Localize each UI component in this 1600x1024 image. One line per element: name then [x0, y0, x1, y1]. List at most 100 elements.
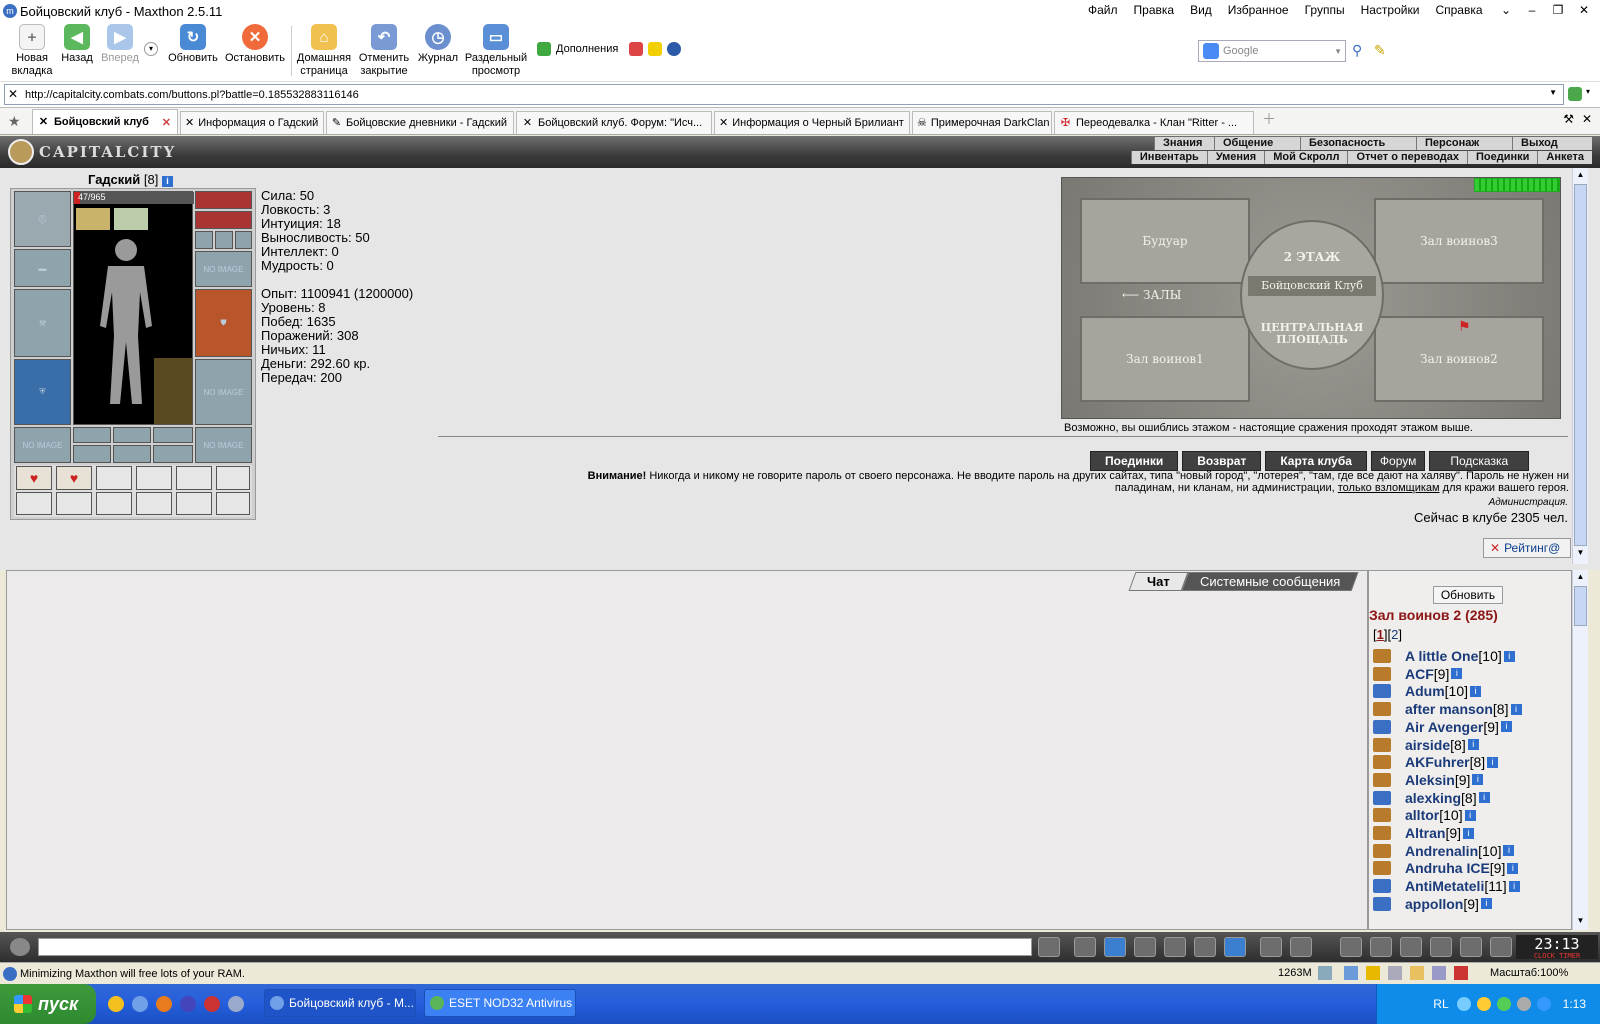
return-button[interactable]: Возврат — [1182, 451, 1262, 471]
close-tab-icon[interactable]: ✕ — [1582, 112, 1592, 126]
shield-slot[interactable]: ⛊ — [195, 289, 252, 357]
history-button[interactable]: ◷ Журнал — [416, 24, 460, 65]
user-action-icon[interactable] — [1373, 684, 1391, 699]
tray-icon-5[interactable] — [1536, 997, 1551, 1011]
user-action-icon[interactable] — [1373, 861, 1391, 876]
folder-icon[interactable] — [1410, 966, 1424, 980]
user-info-icon[interactable]: i — [1508, 880, 1520, 892]
nav-my-scroll[interactable]: Мой Скролл — [1264, 151, 1347, 164]
tab-darkclan[interactable]: ☠ Примерочная DarkClan — [912, 111, 1052, 134]
user-name[interactable]: Andruha ICE — [1405, 860, 1490, 876]
exit-icon[interactable] — [1490, 937, 1512, 957]
ring-slot-1[interactable] — [195, 231, 213, 249]
boots-slot[interactable]: NO IMAGE — [195, 427, 252, 463]
scroll-down-icon[interactable]: ▼ — [1574, 548, 1587, 562]
menu-view[interactable]: Вид — [1190, 3, 1212, 17]
url-input[interactable]: ✕ http://capitalcity.combats.com/buttons… — [4, 84, 1564, 105]
send-icon[interactable] — [1038, 937, 1060, 957]
chat-input[interactable] — [38, 938, 1032, 956]
quicklaunch-icon-6[interactable] — [228, 996, 244, 1012]
user-name[interactable]: AntiMetateli — [1405, 878, 1484, 894]
helmet-slot[interactable]: ⛑ — [14, 191, 71, 247]
tray-icon-1[interactable] — [1456, 997, 1471, 1011]
empty-scroll[interactable] — [176, 466, 212, 490]
user-info-icon[interactable]: i — [1470, 685, 1482, 697]
highlight-icon[interactable]: ✎ — [1374, 42, 1386, 59]
user-name[interactable]: alltor — [1405, 807, 1439, 823]
user-action-icon[interactable] — [1373, 666, 1391, 681]
nav-exit[interactable]: Выход — [1512, 137, 1592, 150]
info-plugin-icon[interactable] — [648, 42, 663, 56]
empty-scroll[interactable] — [96, 492, 132, 515]
user-action-icon[interactable] — [1373, 790, 1391, 805]
room-warriors-3[interactable]: Зал воинов3 — [1374, 198, 1544, 284]
download-icon[interactable] — [1344, 966, 1358, 980]
scroll-up-icon[interactable]: ▲ — [1574, 572, 1587, 584]
tab-fight-club[interactable]: ✕ Бойцовский клуб ✕ — [32, 109, 178, 134]
user-row[interactable]: Adum [10] i — [1373, 682, 1482, 700]
new-tab-button[interactable]: + Новая вкладка — [6, 24, 58, 78]
task-maxthon[interactable]: Бойцовский клуб - M... — [264, 989, 416, 1017]
rune-slot-6[interactable] — [153, 445, 193, 463]
rune-slot-5[interactable] — [113, 445, 151, 463]
room-warriors-1[interactable]: Зал воинов1 — [1080, 316, 1250, 402]
user-row[interactable]: alexking [8] i — [1373, 789, 1490, 807]
filter-icon[interactable] — [1104, 937, 1126, 957]
armor-slot[interactable]: ⛨ — [14, 359, 71, 425]
nav-inventory[interactable]: Инвентарь — [1130, 151, 1207, 164]
bracers-slot[interactable]: ▬ — [14, 249, 71, 287]
mail-icon[interactable] — [1460, 937, 1482, 957]
quicklaunch-icon-4[interactable] — [180, 996, 196, 1012]
popup-blocker-icon[interactable] — [1454, 966, 1468, 980]
club-map-button[interactable]: Карта клуба — [1265, 451, 1367, 471]
user-info-icon[interactable]: i — [1478, 792, 1490, 804]
rune-slot-1[interactable] — [73, 427, 111, 443]
user-name[interactable]: appollon — [1405, 896, 1463, 912]
user-info-icon[interactable]: i — [1503, 845, 1515, 857]
new-tab-plus-icon[interactable]: ＋ — [1262, 109, 1276, 129]
user-info-icon[interactable]: i — [1500, 721, 1512, 733]
user-row[interactable]: Andruha ICE [9] i — [1373, 859, 1519, 877]
search-input[interactable]: Google — [1223, 45, 1334, 57]
nav-security[interactable]: Безопасность — [1300, 137, 1416, 150]
user-name[interactable]: Air Avenger — [1405, 719, 1483, 735]
warning-link[interactable]: только взломщикам — [1338, 482, 1440, 494]
quicklaunch-icon-2[interactable] — [132, 996, 148, 1012]
friends-icon[interactable] — [1340, 937, 1362, 957]
user-name[interactable]: airside — [1405, 737, 1450, 753]
user-action-icon[interactable] — [1373, 896, 1391, 911]
weapon-slot[interactable]: ⚒ — [14, 289, 71, 357]
music-icon[interactable] — [1370, 937, 1392, 957]
empty-scroll[interactable] — [56, 492, 92, 515]
tab-diaries[interactable]: ✎ Бойцовские дневники - Гадский — [326, 111, 514, 134]
refresh-button[interactable]: ↻ Обновить — [166, 24, 220, 65]
stop-button[interactable]: ✕ Остановить — [224, 24, 286, 65]
user-row[interactable]: Andrenalin [10] i — [1373, 842, 1515, 860]
center-club-button[interactable]: Бойцовский Клуб — [1248, 276, 1376, 296]
tab-system-messages[interactable]: Системные сообщения — [1181, 572, 1359, 591]
empty-scroll[interactable] — [176, 492, 212, 515]
central-square-link[interactable]: ЦЕНТРАЛЬНАЯ ПЛОЩАДЬ — [1242, 322, 1382, 346]
search-icon[interactable]: ⚲ — [1352, 42, 1362, 59]
user-info-icon[interactable]: i — [1472, 774, 1484, 786]
nav-battles[interactable]: Поединки — [1467, 151, 1537, 164]
rune-slot-3[interactable] — [153, 427, 193, 443]
search-box[interactable]: Google ▼ — [1198, 40, 1346, 62]
addons-button[interactable]: Дополнения — [556, 43, 618, 55]
save-chat-icon[interactable] — [1134, 937, 1156, 957]
user-name[interactable]: ACF — [1405, 666, 1434, 682]
home-button[interactable]: ⌂ Домашняя страница — [296, 24, 352, 78]
user-name[interactable]: alexking — [1405, 790, 1461, 806]
search-engine-dropdown-icon[interactable]: ▼ — [1334, 47, 1342, 56]
user-row[interactable]: airside [8] i — [1373, 736, 1479, 754]
hint-button[interactable]: Подсказка — [1429, 451, 1530, 471]
quicklaunch-icon-1[interactable] — [108, 996, 124, 1012]
halls-link[interactable]: ⟵ ЗАЛЫ — [1122, 288, 1181, 302]
scroll-icon[interactable] — [1430, 937, 1452, 957]
user-info-icon[interactable]: i — [1451, 668, 1463, 680]
info-icon[interactable]: i — [161, 176, 173, 187]
history-dropdown-icon[interactable]: ▾ — [144, 42, 158, 56]
user-row[interactable]: Altran [9] i — [1373, 824, 1475, 842]
refresh-users-button[interactable]: Обновить — [1433, 586, 1503, 604]
users-scrollbar[interactable]: ▲ ▼ — [1572, 570, 1588, 930]
